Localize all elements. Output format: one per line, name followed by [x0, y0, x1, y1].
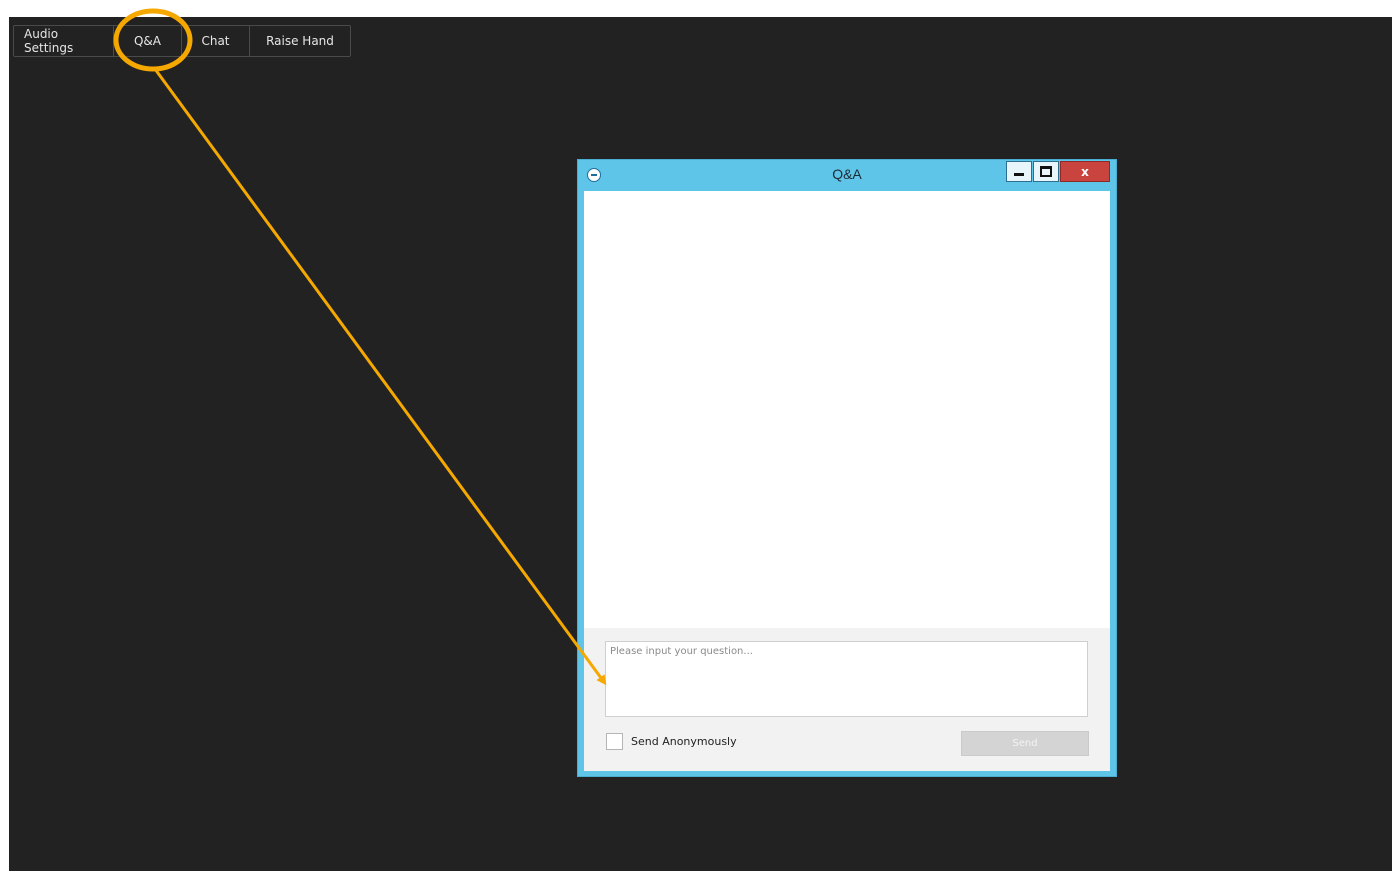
- qa-window: Q&A x Send Anonymously Send: [577, 159, 1117, 777]
- maximize-button[interactable]: [1033, 161, 1059, 182]
- qa-content-area: Send Anonymously Send: [584, 191, 1110, 771]
- anonymous-option: Send Anonymously: [606, 733, 737, 750]
- send-button[interactable]: Send: [961, 731, 1089, 756]
- minimize-icon: [1014, 172, 1024, 176]
- maximize-icon: [1040, 166, 1052, 177]
- close-icon: x: [1081, 164, 1089, 179]
- send-anonymously-label[interactable]: Send Anonymously: [631, 735, 737, 748]
- qa-window-titlebar[interactable]: Q&A x: [578, 160, 1116, 190]
- question-composer: Send Anonymously Send: [584, 628, 1110, 771]
- audio-settings-button[interactable]: Audio Settings: [14, 26, 114, 56]
- raise-hand-button[interactable]: Raise Hand: [250, 26, 350, 56]
- meeting-toolbar: Audio Settings Q&A Chat Raise Hand: [13, 25, 351, 57]
- chat-button[interactable]: Chat: [182, 26, 250, 56]
- question-input[interactable]: [605, 641, 1088, 717]
- close-button[interactable]: x: [1060, 161, 1110, 182]
- minimize-button[interactable]: [1006, 161, 1032, 182]
- qa-button[interactable]: Q&A: [114, 26, 182, 56]
- send-anonymously-checkbox[interactable]: [606, 733, 623, 750]
